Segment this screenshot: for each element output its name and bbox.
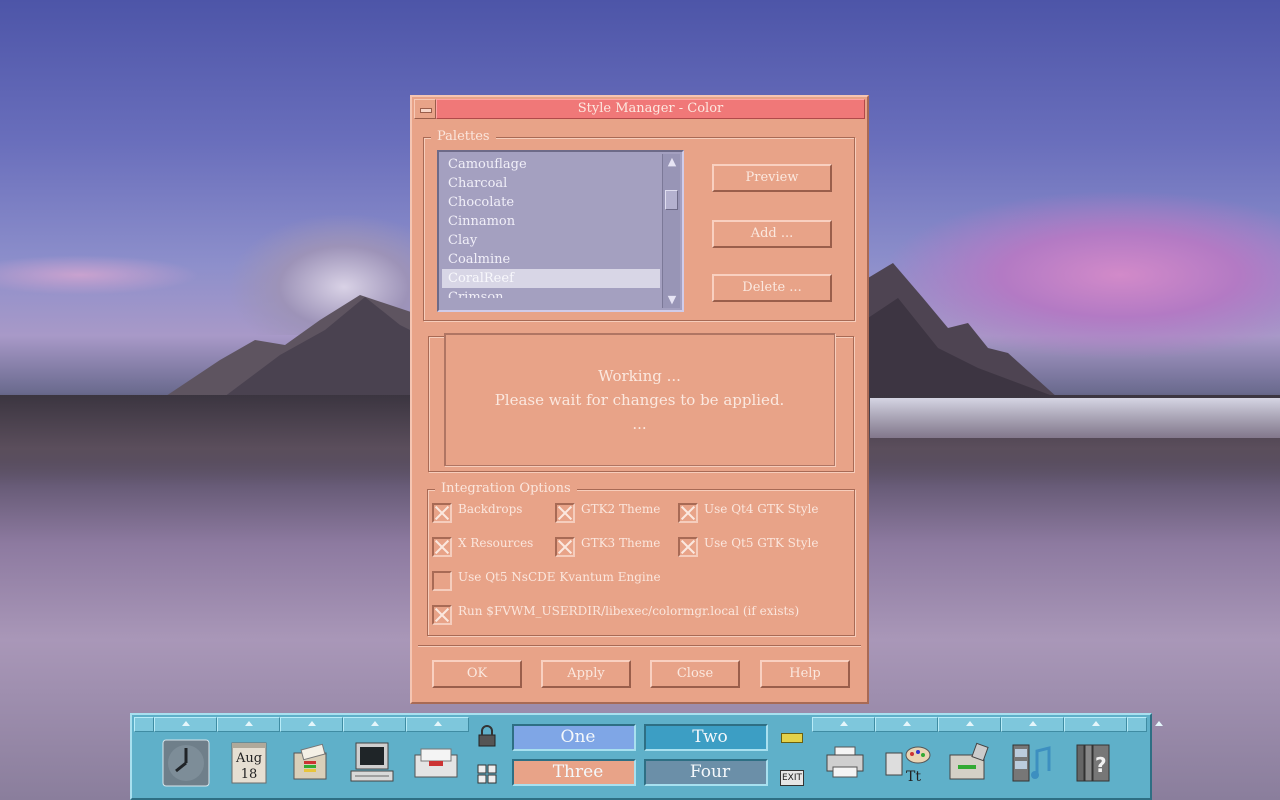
option-qt5-gtk-style[interactable]: Use Qt5 GTK Style xyxy=(678,536,819,557)
workspace-three[interactable]: Three xyxy=(512,759,636,786)
subpanel-arrow-icon[interactable] xyxy=(406,717,469,732)
subpanel-arrow-icon[interactable] xyxy=(280,717,343,732)
palette-list-item[interactable]: Clay xyxy=(442,231,660,250)
terminal-icon[interactable] xyxy=(346,738,398,788)
run-colormgr-local-label: Run $FVWM_USERDIR/libexec/colormgr.local… xyxy=(458,604,800,618)
palette-list-item[interactable]: Chocolate xyxy=(442,193,660,212)
working-message-box: Working ... Please wait for changes to b… xyxy=(444,333,835,466)
svg-text:Tt: Tt xyxy=(906,769,921,785)
close-button[interactable]: Close xyxy=(650,660,740,688)
palette-list-item[interactable]: Camouflage xyxy=(442,155,660,174)
working-line-1: Working ... xyxy=(598,367,681,385)
panel-subpanel-tabs-right xyxy=(812,717,1163,732)
workspace-four[interactable]: Four xyxy=(644,759,768,786)
delete-button[interactable]: Delete ... xyxy=(712,274,832,302)
svg-text:18: 18 xyxy=(241,767,258,782)
workspace-two[interactable]: Two xyxy=(644,724,768,751)
qt5-gtk-style-label: Use Qt5 GTK Style xyxy=(704,536,819,550)
palette-list-scrollbar[interactable]: ▲ ▼ xyxy=(662,154,680,308)
workspace-one[interactable]: One xyxy=(512,724,636,751)
option-x-resources[interactable]: X Resources xyxy=(432,536,534,557)
x-resources-checkbox[interactable] xyxy=(432,537,452,557)
qt4-gtk-style-checkbox[interactable] xyxy=(678,503,698,523)
mountain-right xyxy=(868,263,1058,398)
subpanel-arrow-icon[interactable] xyxy=(812,717,875,732)
palette-list[interactable]: Camouflage Charcoal Chocolate Cinnamon Clay C… xyxy=(437,150,684,312)
separator xyxy=(418,645,861,647)
apply-button[interactable]: Apply xyxy=(541,660,631,688)
svg-text:?: ? xyxy=(1095,753,1107,777)
palette-list-item[interactable]: Coalmine xyxy=(442,250,660,269)
window-title: Style Manager - Color xyxy=(436,99,865,119)
x-resources-label: X Resources xyxy=(458,536,534,550)
option-backdrops[interactable]: Backdrops xyxy=(432,502,523,523)
option-run-colormgr-local[interactable]: Run $FVWM_USERDIR/libexec/colormgr.local… xyxy=(432,604,800,625)
palette-list-item[interactable]: Cinnamon xyxy=(442,212,660,231)
subpanel-arrow-icon[interactable] xyxy=(343,717,406,732)
printer-icon[interactable] xyxy=(819,738,871,788)
lock-icon[interactable] xyxy=(476,725,498,747)
subpanel-arrow-icon[interactable] xyxy=(217,717,280,732)
working-line-2: Please wait for changes to be applied. xyxy=(494,391,785,409)
panel-menu-button[interactable] xyxy=(134,717,170,732)
add-button[interactable]: Add ... xyxy=(712,220,832,248)
palette-list-item[interactable]: Charcoal xyxy=(442,174,660,193)
panel-subpanel-tabs-left xyxy=(134,717,469,732)
title-bar[interactable]: Style Manager - Color xyxy=(414,99,865,119)
palette-list-item[interactable]: Crimson xyxy=(442,288,660,298)
qt5-gtk-style-checkbox[interactable] xyxy=(678,537,698,557)
palettes-label: Palettes xyxy=(431,129,496,145)
clock-icon[interactable] xyxy=(160,738,212,788)
option-gtk3-theme[interactable]: GTK3 Theme xyxy=(555,536,661,557)
option-qt5-kvantum-engine[interactable]: Use Qt5 NsCDE Kvantum Engine xyxy=(432,570,661,591)
run-colormgr-local-checkbox[interactable] xyxy=(432,605,452,625)
gtk3-theme-label: GTK3 Theme xyxy=(581,536,661,550)
scroll-down-arrow-icon[interactable]: ▼ xyxy=(665,293,679,307)
mountain-left xyxy=(160,295,420,400)
working-line-3: ... xyxy=(632,415,647,433)
surf xyxy=(870,398,1280,438)
svg-text:Aug: Aug xyxy=(235,751,262,766)
mail-icon[interactable] xyxy=(410,738,462,788)
app-manager-icon[interactable] xyxy=(943,738,995,788)
help-button[interactable]: Help xyxy=(760,660,850,688)
gtk2-theme-label: GTK2 Theme xyxy=(581,502,661,516)
subpanel-arrow-icon[interactable] xyxy=(154,717,217,732)
subpanel-arrow-icon[interactable] xyxy=(1064,717,1127,732)
panel-minimize-button[interactable] xyxy=(1127,717,1163,732)
qt5-kvantum-engine-label: Use Qt5 NsCDE Kvantum Engine xyxy=(458,570,661,584)
calendar-icon[interactable]: Aug 18 xyxy=(222,738,274,788)
backdrops-label: Backdrops xyxy=(458,502,523,516)
qt5-kvantum-engine-checkbox[interactable] xyxy=(432,571,452,591)
scroll-thumb[interactable] xyxy=(665,190,678,210)
palette-list-item[interactable]: CoralReef xyxy=(442,269,660,288)
preview-button[interactable]: Preview xyxy=(712,164,832,192)
integration-label: Integration Options xyxy=(435,481,577,497)
window-menu-button[interactable] xyxy=(414,99,436,119)
subpanel-arrow-icon[interactable] xyxy=(1001,717,1064,732)
option-gtk2-theme[interactable]: GTK2 Theme xyxy=(555,502,661,523)
subpanel-arrow-icon[interactable] xyxy=(875,717,938,732)
gtk2-theme-checkbox[interactable] xyxy=(555,503,575,523)
file-manager-icon[interactable] xyxy=(284,738,336,788)
window-list-icon[interactable] xyxy=(476,763,498,785)
ok-button[interactable]: OK xyxy=(432,660,522,688)
exit-button[interactable]: EXIT xyxy=(780,770,804,786)
qt4-gtk-style-label: Use Qt4 GTK Style xyxy=(704,502,819,516)
help-manager-icon[interactable]: ? xyxy=(1067,738,1119,788)
gtk3-theme-checkbox[interactable] xyxy=(555,537,575,557)
subpanel-arrow-icon[interactable] xyxy=(938,717,1001,732)
scroll-up-arrow-icon[interactable]: ▲ xyxy=(665,155,679,169)
backdrops-checkbox[interactable] xyxy=(432,503,452,523)
style-manager-icon[interactable]: Tt xyxy=(881,738,933,788)
busy-indicator-icon xyxy=(781,733,803,743)
option-qt4-gtk-style[interactable]: Use Qt4 GTK Style xyxy=(678,502,819,523)
media-icon[interactable] xyxy=(1005,738,1057,788)
